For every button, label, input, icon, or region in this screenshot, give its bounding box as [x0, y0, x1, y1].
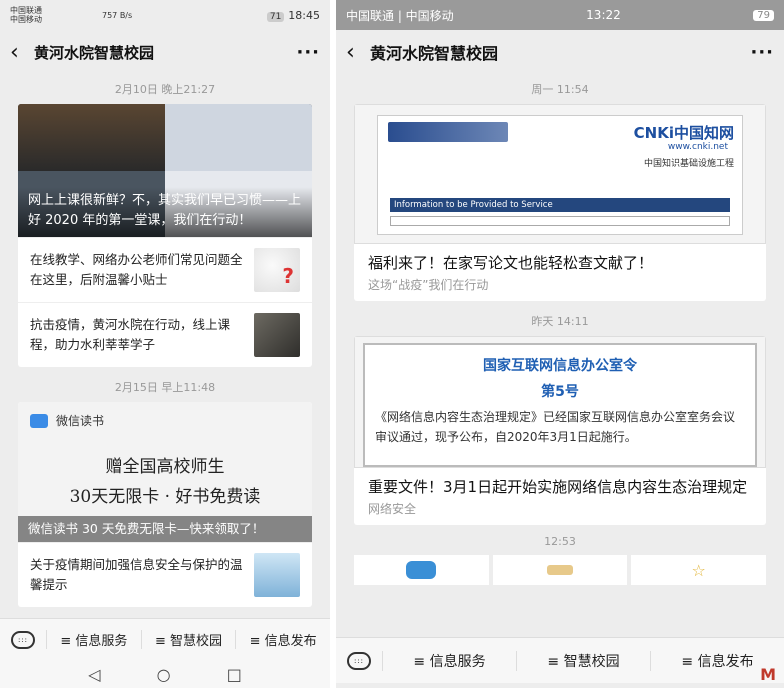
promo-line: 30天无限卡 · 好书免费读 — [69, 487, 261, 507]
list-item[interactable]: 抗击疫情，黄河水院在行动，线上课程，助力水利莘莘学子 — [18, 302, 312, 367]
status-bar: 中国联通 | 中国移动 13:22 79 — [336, 0, 784, 30]
article-subtitle: 网络安全 — [368, 502, 417, 516]
school-logo — [388, 122, 508, 142]
bottom-menu: ::: ≡ 信息服务 ≡ 智慧校园 ≡ 信息发布 — [0, 618, 330, 660]
notice-heading: 国家互联网信息办公室令 — [483, 358, 637, 374]
gift-icon — [492, 555, 628, 585]
watermark-logo: M — [760, 665, 776, 684]
promo-line: 赠全国高校师生 — [105, 457, 225, 477]
article-thumbnail: ? — [254, 248, 300, 292]
more-options-icon[interactable]: ··· — [750, 42, 774, 63]
battery-level: 71 — [266, 11, 285, 22]
preview-row: ☆ — [354, 555, 767, 585]
status-time: 71 18:45 — [266, 9, 320, 22]
recents-nav-icon[interactable]: □ — [227, 665, 242, 684]
left-phone-screen: 中国联通 中国移动 757 B/s 71 18:45 ‹ 黄河水院智慧校园 ··· … — [0, 0, 330, 688]
hero-article[interactable]: 网上上课很新鲜？不，其实我们早已习惯——上好 2020 年的第一堂课，我们在行动… — [18, 104, 312, 237]
article-title: 在线教学、网络办公老师们常见问题全在这里，后附温馨小贴士 — [30, 252, 243, 287]
notice-number: 第5号 — [541, 384, 579, 400]
message-timestamp: 周一 11:54 — [531, 83, 589, 96]
article-card: 网上上课很新鲜？不，其实我们早已习惯——上好 2020 年的第一堂课，我们在行动… — [18, 104, 312, 367]
article-title: 抗击疫情，黄河水院在行动，线上课程，助力水利莘莘学子 — [30, 317, 231, 352]
back-arrow-icon[interactable]: ‹ — [10, 40, 34, 65]
list-item[interactable]: 关于疫情期间加强信息安全与保护的温馨提示 — [18, 542, 312, 607]
hero-caption: 网上上课很新鲜？不，其实我们早已习惯——上好 2020 年的第一堂课，我们在行动… — [18, 187, 312, 237]
cnki-logo: CNKi中国知网 — [633, 124, 734, 142]
menu-smart-campus[interactable]: ≡ 智慧校园 — [140, 630, 236, 649]
article-thumbnail — [254, 553, 300, 597]
more-options-icon[interactable]: ··· — [296, 42, 320, 63]
document-image: CNKi中国知网 www.cnki.net 中国知识基础设施工程 Informa… — [377, 115, 743, 235]
bottom-menu: ::: ≡ 信息服务 ≡ 智慧校园 ≡ 信息发布 — [336, 637, 784, 683]
carrier-label: 中国联通 | 中国移动 — [346, 8, 454, 23]
menu-info-service[interactable]: ≡ 信息服务 — [46, 630, 141, 649]
menu-info-publish[interactable]: ≡ 信息发布 — [235, 630, 330, 649]
status-bar: 中国联通 中国移动 757 B/s 71 18:45 — [0, 0, 330, 30]
message-timestamp: 2月10日 晚上21:27 — [114, 83, 216, 96]
keyboard-icon[interactable]: ::: — [336, 651, 382, 670]
page-title: 黄河水院智慧校园 — [370, 44, 499, 63]
back-arrow-icon[interactable]: ‹ — [346, 40, 370, 65]
article-card: 微信读书 赠全国高校师生 30天无限卡 · 好书免费读 微信读书 30 天免费无… — [18, 402, 312, 607]
article-card[interactable]: CNKi中国知网 www.cnki.net 中国知识基础设施工程 Informa… — [354, 104, 766, 301]
menu-smart-campus[interactable]: ≡ 智慧校园 — [516, 650, 650, 671]
chat-header: ‹ 黄河水院智慧校园 ··· — [336, 30, 784, 74]
weread-icon — [30, 413, 48, 428]
system-nav-bar: ◁ ○ □ — [0, 660, 330, 688]
cnki-url: www.cnki.net — [667, 142, 728, 152]
network-speed: 757 B/s — [102, 10, 133, 20]
list-item[interactable]: 在线教学、网络办公老师们常见问题全在这里，后附温馨小贴士 ? — [18, 237, 312, 302]
status-time: 13:22 — [586, 8, 621, 22]
article-title: 关于疫情期间加强信息安全与保护的温馨提示 — [30, 557, 243, 592]
message-timestamp: 12:53 — [544, 535, 576, 548]
notice-body: 《网络信息内容生态治理规定》已经国家互联网信息办公室室务会议审议通过，现予公布，… — [375, 410, 736, 444]
article-title: 重要文件！3月1日起开始实施网络信息内容生态治理规定 — [368, 478, 748, 496]
battery-level: 79 — [753, 9, 774, 21]
weread-logo: 微信读书 — [30, 412, 104, 429]
page-title: 黄河水院智慧校园 — [34, 43, 155, 62]
info-box: Information to be Provided to Service — [390, 198, 730, 212]
keyboard-icon[interactable]: ::: — [0, 630, 46, 649]
article-thumbnail — [254, 313, 300, 357]
chat-bubble-icon — [354, 555, 489, 585]
message-timestamp: 2月15日 早上11:48 — [114, 381, 216, 394]
menu-info-service[interactable]: ≡ 信息服务 — [382, 650, 516, 671]
article-card[interactable]: 国家互联网信息办公室令 第5号 《网络信息内容生态治理规定》已经国家互联网信息办… — [354, 336, 766, 525]
notice-image: 国家互联网信息办公室令 第5号 《网络信息内容生态治理规定》已经国家互联网信息办… — [354, 336, 766, 468]
carrier-label: 中国联通 中国移动 — [10, 6, 42, 24]
message-timestamp: 昨天 14:11 — [531, 315, 589, 328]
info-field — [390, 216, 730, 226]
article-subtitle: 这场“战疫”我们在行动 — [368, 278, 489, 292]
back-nav-icon[interactable]: ◁ — [88, 665, 100, 684]
home-nav-icon[interactable]: ○ — [157, 665, 171, 684]
cnki-screenshot: CNKi中国知网 www.cnki.net 中国知识基础设施工程 Informa… — [354, 104, 766, 244]
hero-article[interactable]: 微信读书 赠全国高校师生 30天无限卡 · 好书免费读 微信读书 30 天免费无… — [18, 402, 312, 542]
hero-caption: 微信读书 30 天免费无限卡—快来领取了！ — [18, 516, 312, 542]
star-icon: ☆ — [631, 555, 767, 585]
government-notice: 国家互联网信息办公室令 第5号 《网络信息内容生态治理规定》已经国家互联网信息办… — [363, 343, 757, 467]
cnki-tagline: 中国知识基础设施工程 — [643, 159, 734, 169]
right-phone-screen: 中国联通 | 中国移动 13:22 79 ‹ 黄河水院智慧校园 ··· 周一 1… — [336, 0, 784, 688]
article-title: 福利来了！在家写论文也能轻松查文献了！ — [368, 254, 654, 272]
chat-header: ‹ 黄河水院智慧校园 ··· — [0, 30, 330, 74]
